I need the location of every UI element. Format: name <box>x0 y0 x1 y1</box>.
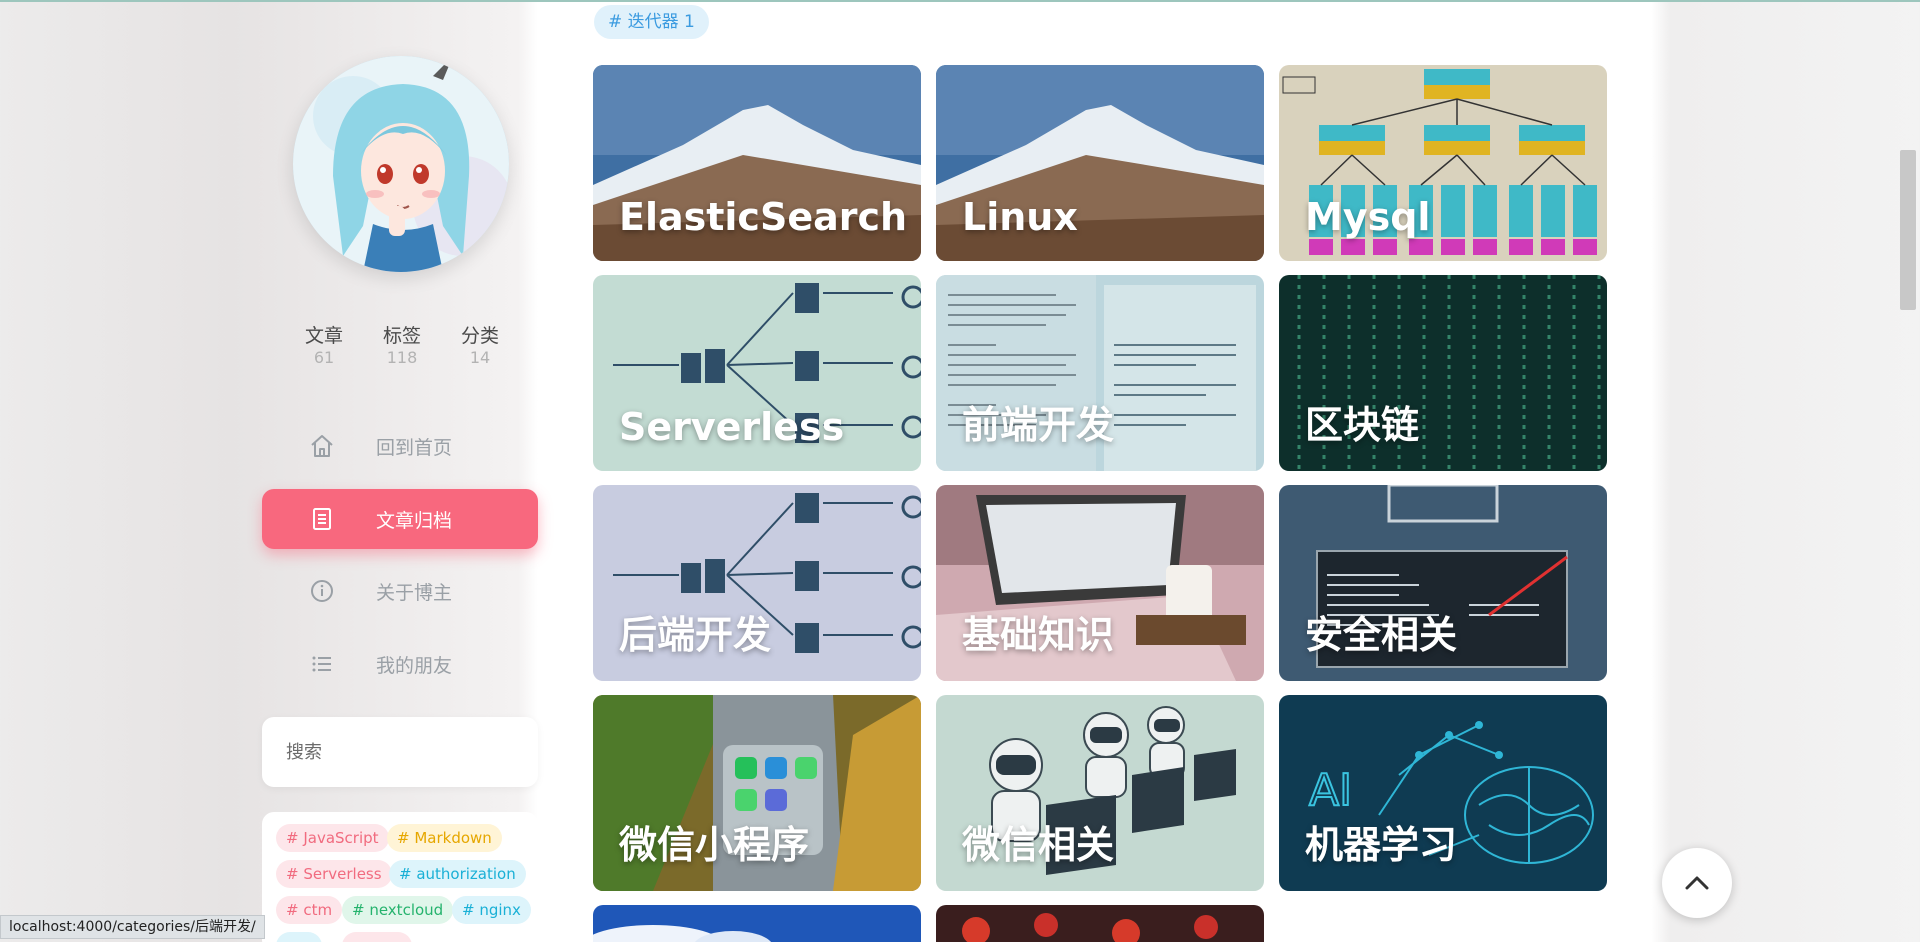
tag-chip[interactable]: # Serverless <box>276 860 392 888</box>
tag-chip[interactable]: # JavaScript <box>276 824 389 852</box>
avatar[interactable] <box>293 56 509 272</box>
info-icon <box>308 577 336 605</box>
category-title: 微信相关 <box>962 823 1115 867</box>
menu-item-label: 我的朋友 <box>376 654 453 677</box>
stat-label: 分类 <box>460 325 499 347</box>
category-card-blockchain[interactable]: 区块链 <box>1279 275 1607 471</box>
category-title: Linux <box>962 195 1078 239</box>
category-title: 基础知识 <box>962 613 1115 657</box>
menu-item-archive[interactable]: 文章归档 <box>262 489 538 549</box>
stat-categories[interactable]: 分类 14 <box>448 324 512 368</box>
tag-cloud: # JavaScript # Markdown # Serverless # a… <box>262 812 538 942</box>
category-card-elasticsearch[interactable]: ElasticSearch <box>593 65 921 261</box>
category-card-security[interactable]: 安全相关 <box>1279 485 1607 681</box>
category-title: Mysql <box>1305 195 1431 239</box>
menu-item-home[interactable]: 回到首页 <box>262 416 538 476</box>
chevron-up-icon <box>1685 876 1709 890</box>
category-title: 机器学习 <box>1305 823 1458 867</box>
profile-stats: 文章 61 标签 118 分类 14 <box>292 324 512 368</box>
category-card-mysql[interactable]: Mysql <box>1279 65 1607 261</box>
page-scrollbar-thumb[interactable] <box>1900 150 1916 310</box>
stat-value: 61 <box>313 348 335 367</box>
category-card-partial[interactable] <box>593 905 921 942</box>
category-card-serverless[interactable]: Serverless <box>593 275 921 471</box>
category-title: 安全相关 <box>1305 613 1458 657</box>
svg-text:AI: AI <box>1309 765 1352 816</box>
category-card-partial[interactable] <box>936 905 1264 942</box>
list-icon <box>308 650 336 678</box>
category-title: ElasticSearch <box>619 195 908 239</box>
category-title: Serverless <box>619 405 845 449</box>
category-title: 后端开发 <box>619 613 772 657</box>
category-card-basics[interactable]: 基础知识 <box>936 485 1264 681</box>
tag-chip[interactable]: # ctm <box>276 896 343 924</box>
stat-value: 14 <box>469 348 491 367</box>
menu-item-label: 回到首页 <box>376 436 453 459</box>
category-card-linux[interactable]: Linux <box>936 65 1264 261</box>
stat-value: 118 <box>386 348 418 367</box>
tag-chip[interactable]: # authorization <box>389 860 526 888</box>
tag-chip[interactable]: # nginx <box>452 896 531 924</box>
search-input[interactable] <box>286 739 516 765</box>
lanterns-thumbnail <box>936 905 1264 942</box>
category-card-backend[interactable]: 后端开发 <box>593 485 921 681</box>
home-icon <box>308 432 336 460</box>
archive-icon <box>308 505 336 533</box>
stat-articles[interactable]: 文章 61 <box>292 324 356 368</box>
tag-chip-partial[interactable] <box>342 932 412 942</box>
tag-chip[interactable]: # Markdown <box>387 824 502 852</box>
avatar-illustration <box>293 56 509 272</box>
tag-chip-partial[interactable] <box>276 932 322 942</box>
stat-label: 文章 <box>304 325 343 347</box>
menu-item-about[interactable]: 关于博主 <box>262 561 538 621</box>
menu-item-label: 关于博主 <box>376 581 453 604</box>
category-card-miniprogram[interactable]: 微信小程序 <box>593 695 921 891</box>
stat-label: 标签 <box>382 325 421 347</box>
top-accent-line <box>0 0 1920 2</box>
tag-badge[interactable]: # 迭代器 1 <box>594 5 709 39</box>
menu-item-label: 文章归档 <box>376 509 453 532</box>
back-to-top-button[interactable] <box>1662 848 1732 918</box>
category-title: 微信小程序 <box>619 823 810 867</box>
sky-thumbnail <box>593 905 921 942</box>
category-card-frontend[interactable]: 前端开发 <box>936 275 1264 471</box>
category-title: 区块链 <box>1305 403 1420 447</box>
tag-chip[interactable]: # nextcloud <box>342 896 454 924</box>
search-box <box>262 717 538 787</box>
category-card-wechat[interactable]: 微信相关 <box>936 695 1264 891</box>
category-card-ml[interactable]: AI 机器学习 <box>1279 695 1607 891</box>
browser-status-url: localhost:4000/categories/后端开发/ <box>0 915 265 939</box>
category-title: 前端开发 <box>962 403 1115 447</box>
stat-tags[interactable]: 标签 118 <box>370 324 434 368</box>
menu-item-friends[interactable]: 我的朋友 <box>262 634 538 694</box>
